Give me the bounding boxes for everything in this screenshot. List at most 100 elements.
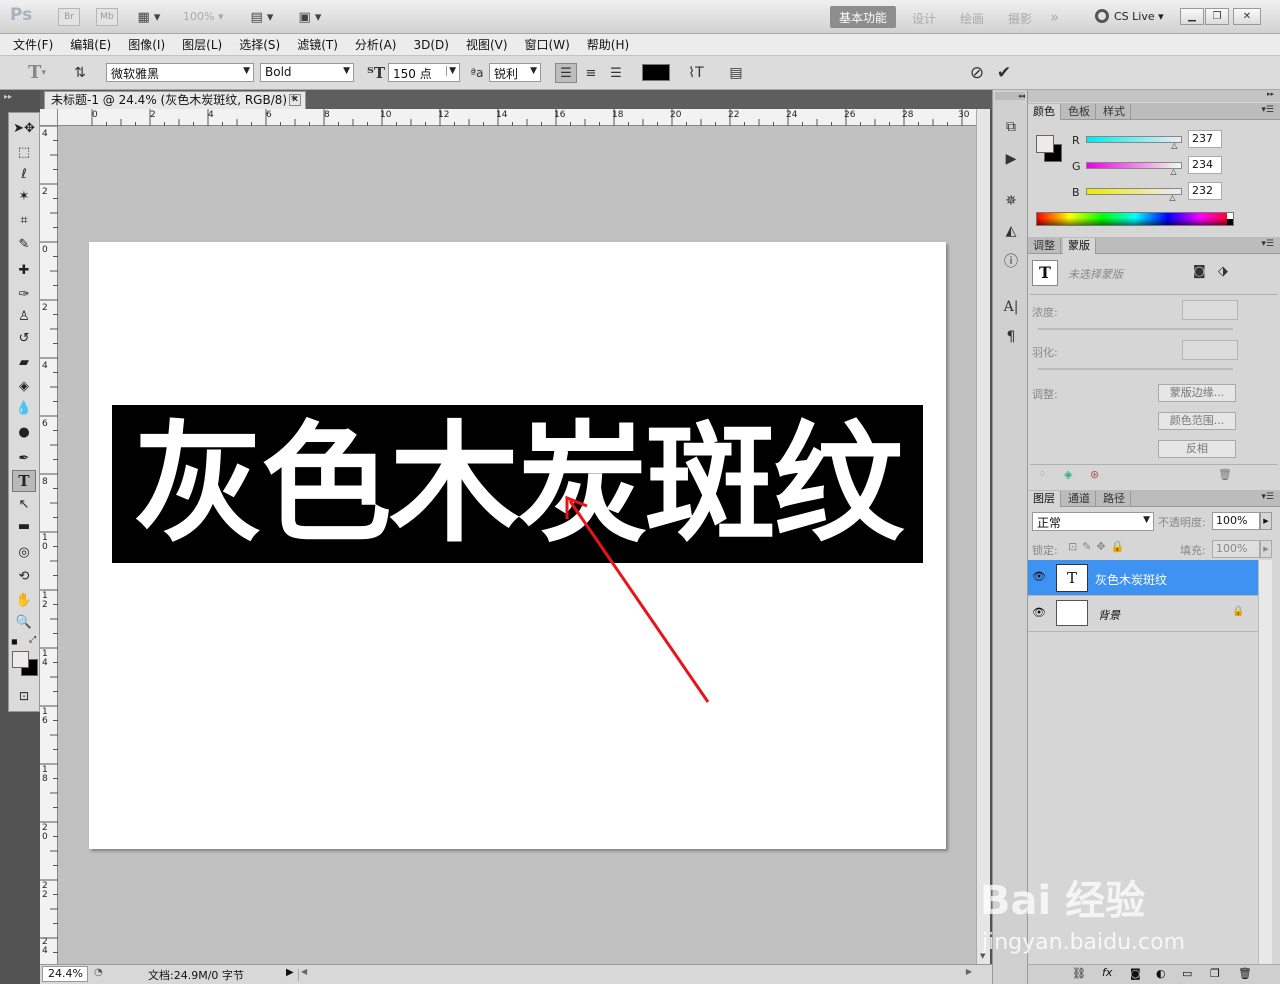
text-orientation-icon[interactable]: ⇅ xyxy=(70,63,90,82)
restore-window-button[interactable]: ❐ xyxy=(1205,8,1229,25)
menu-file[interactable]: 文件(F) xyxy=(13,36,53,53)
new-group-icon[interactable]: ▭ xyxy=(1182,967,1192,980)
menu-window[interactable]: 窗口(W) xyxy=(525,36,570,53)
horizontal-scrollbar[interactable]: ◀ ▶ xyxy=(298,967,974,981)
workspace-design-button[interactable]: 设计 xyxy=(912,10,936,27)
link-layers-icon[interactable]: ⛓ xyxy=(1072,967,1086,980)
antialias-select[interactable]: 锐利 ▼ xyxy=(489,63,541,82)
red-slider[interactable] xyxy=(1086,136,1182,143)
layers-panel-menu-icon[interactable]: ▾☰ xyxy=(1261,492,1274,502)
status-menu-arrow-icon[interactable]: ▶ xyxy=(286,967,294,978)
color-range-button[interactable]: 颜色范围... xyxy=(1158,412,1236,430)
tab-color[interactable]: 颜色 xyxy=(1028,104,1061,120)
apply-mask-icon[interactable]: ◈ xyxy=(1064,468,1072,481)
navigator-panel-icon[interactable]: ✵ xyxy=(1000,190,1022,212)
vertical-scrollbar[interactable]: ▼ xyxy=(976,109,990,964)
ruler-origin[interactable] xyxy=(40,109,58,126)
quick-mask-icon[interactable]: ⊡ xyxy=(12,685,36,707)
cs-live-button[interactable]: CS Live ▾ xyxy=(1095,9,1164,23)
add-vector-mask-icon[interactable]: ⬗ xyxy=(1218,264,1228,279)
green-slider-handle[interactable]: △ xyxy=(1170,167,1176,176)
tab-masks[interactable]: 蒙版 xyxy=(1063,238,1096,254)
blend-mode-select[interactable]: 正常 ▼ xyxy=(1032,512,1154,531)
load-selection-icon[interactable]: ⁘ xyxy=(1038,469,1046,480)
color-panel-menu-icon[interactable]: ▾☰ xyxy=(1261,105,1274,115)
document-tab[interactable]: 未标题-1 @ 24.4% (灰色木炭斑纹, RGB/8) * ✕ xyxy=(44,91,306,109)
swap-colors-icon[interactable]: ⤢ xyxy=(29,635,36,645)
info-panel-icon[interactable]: ⓘ xyxy=(1000,250,1022,272)
layer-visibility-eye-icon[interactable]: 👁 xyxy=(1032,570,1046,583)
bridge-button[interactable]: Br xyxy=(58,8,80,26)
mini-bridge-button[interactable]: Mb xyxy=(96,8,118,26)
more-workspaces-icon[interactable]: » xyxy=(1050,8,1059,26)
menu-image[interactable]: 图像(I) xyxy=(128,36,165,53)
blue-value-field[interactable]: 232 xyxy=(1188,182,1222,200)
layer-name[interactable]: 背景 xyxy=(1098,607,1120,623)
warp-text-icon[interactable]: ⌇T xyxy=(685,63,707,82)
tab-paths[interactable]: 路径 xyxy=(1098,491,1131,507)
menu-help[interactable]: 帮助(H) xyxy=(587,36,629,53)
feather-field[interactable] xyxy=(1182,340,1238,360)
red-value-field[interactable]: 237 xyxy=(1188,130,1222,148)
foreground-color-swatch[interactable] xyxy=(12,651,29,668)
layer-row-background[interactable]: 👁 背景 🔒 xyxy=(1028,596,1258,632)
panel-collapse-icon[interactable]: ▸▸ xyxy=(1028,90,1280,102)
blue-slider-handle[interactable]: △ xyxy=(1169,193,1175,202)
masks-panel-menu-icon[interactable]: ▾☰ xyxy=(1261,239,1274,249)
menu-view[interactable]: 视图(V) xyxy=(466,36,508,53)
align-left-button[interactable]: ☰ xyxy=(555,63,577,83)
dock-collapse-icon[interactable]: ◂◂ xyxy=(995,92,1025,100)
density-slider[interactable] xyxy=(1038,328,1233,330)
font-style-select[interactable]: Bold ▼ xyxy=(260,63,354,82)
fill-field[interactable]: 100% xyxy=(1212,540,1260,558)
red-slider-handle[interactable]: △ xyxy=(1171,141,1177,150)
menu-layer[interactable]: 图层(L) xyxy=(182,36,222,53)
canvas-pasteboard[interactable]: 灰色木炭斑纹 xyxy=(58,126,976,964)
cancel-edit-icon[interactable]: ⊘ xyxy=(966,63,988,83)
view-extras-icon[interactable]: ▦ ▾ xyxy=(133,7,165,27)
quick-selection-tool-icon[interactable]: ✶ xyxy=(12,185,36,207)
disable-mask-icon[interactable]: ⊛ xyxy=(1090,468,1099,481)
adjustment-layer-icon[interactable]: ◐ xyxy=(1156,967,1166,980)
zoom-level-dropdown[interactable]: 100% ▾ xyxy=(183,10,223,23)
color-spectrum-ramp[interactable] xyxy=(1036,212,1234,226)
brush-tool-icon[interactable]: ✑ xyxy=(12,283,36,305)
menu-filter[interactable]: 滤镜(T) xyxy=(297,36,338,53)
opacity-slider-arrow-icon[interactable]: ▶ xyxy=(1260,512,1272,530)
add-pixel-mask-icon[interactable]: ◙ xyxy=(1193,264,1206,279)
lock-options-icons[interactable]: ⊡✎✥🔒 xyxy=(1068,540,1129,553)
layer-row-text[interactable]: 👁 T 灰色木炭斑纹 xyxy=(1028,560,1258,596)
feather-slider[interactable] xyxy=(1038,368,1233,370)
eraser-tool-icon[interactable]: ▰ xyxy=(12,351,36,373)
close-document-icon[interactable]: ✕ xyxy=(289,94,301,106)
menu-3d[interactable]: 3D(D) xyxy=(413,38,448,52)
clone-stamp-tool-icon[interactable]: ♙ xyxy=(12,305,36,327)
align-center-button[interactable]: ≡ xyxy=(580,63,602,83)
layer-visibility-eye-icon[interactable]: 👁 xyxy=(1032,606,1046,619)
dodge-tool-icon[interactable]: ● xyxy=(12,421,36,443)
tab-channels[interactable]: 通道 xyxy=(1063,491,1096,507)
blue-slider[interactable] xyxy=(1086,188,1182,195)
character-panel-icon[interactable]: A| xyxy=(1000,296,1022,318)
animation-panel-icon[interactable]: ▶ xyxy=(1000,148,1022,170)
paint-bucket-tool-icon[interactable]: ◈ xyxy=(12,375,36,397)
tab-styles[interactable]: 样式 xyxy=(1098,104,1131,120)
status-info-icon[interactable]: ◔ xyxy=(94,967,103,978)
mask-edge-button[interactable]: 蒙版边缘... xyxy=(1158,384,1236,402)
3d-orbit-tool-icon[interactable]: ⟲ xyxy=(12,565,36,587)
text-color-swatch[interactable] xyxy=(642,64,670,81)
eyedropper-tool-icon[interactable]: ✎ xyxy=(12,233,36,255)
menu-select[interactable]: 选择(S) xyxy=(239,36,280,53)
mini-bridge-panel-icon[interactable]: ⧉ xyxy=(1000,116,1022,138)
tab-adjustments[interactable]: 调整 xyxy=(1028,238,1061,254)
zoom-tool-icon[interactable]: 🔍 xyxy=(12,611,36,633)
green-value-field[interactable]: 234 xyxy=(1188,156,1222,174)
move-tool-icon[interactable]: ➤✥ xyxy=(12,117,36,139)
history-brush-tool-icon[interactable]: ↺ xyxy=(12,327,36,349)
close-window-button[interactable]: ✕ xyxy=(1233,8,1261,25)
screen-mode-icon[interactable]: ▣ ▾ xyxy=(294,7,326,27)
pen-tool-icon[interactable]: ✒ xyxy=(12,447,36,469)
density-field[interactable] xyxy=(1182,300,1238,320)
character-panel-toggle-icon[interactable]: ▤ xyxy=(725,63,747,82)
vertical-ruler[interactable]: 4 2 0 2 4 6 8 10 12 14 16 18 20 22 24 xyxy=(40,126,58,964)
